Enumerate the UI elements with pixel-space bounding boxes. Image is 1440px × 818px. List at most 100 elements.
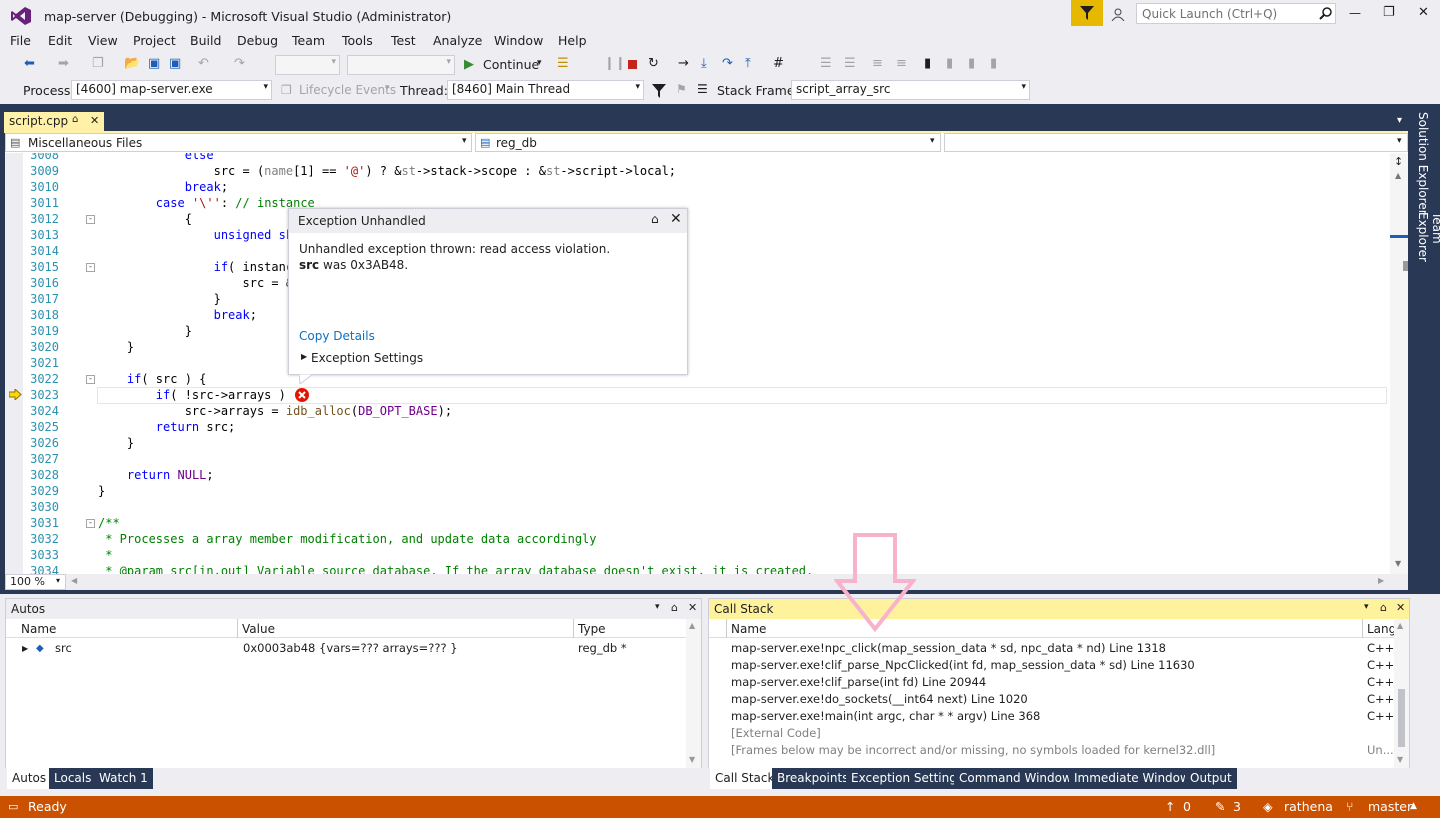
- menu-debug[interactable]: Debug: [237, 33, 278, 48]
- menu-team[interactable]: Team: [292, 33, 325, 48]
- step-over-icon[interactable]: ↷: [722, 56, 733, 71]
- call-stack-row[interactable]: map-server.exe!clif_parse(int fd) Line 2…: [709, 674, 1394, 691]
- restart-icon[interactable]: ↻: [648, 56, 659, 71]
- tab-watch-1[interactable]: Watch 1: [94, 768, 153, 789]
- save-icon[interactable]: ▣: [148, 56, 160, 71]
- call-stack-row[interactable]: map-server.exe!clif_parse_NpcClicked(int…: [709, 657, 1394, 674]
- flag-thread-icon[interactable]: ⚑: [676, 82, 687, 96]
- quick-launch-input[interactable]: Quick Launch (Ctrl+Q): [1136, 3, 1336, 24]
- branch-icon[interactable]: ⑂: [1346, 799, 1354, 814]
- scroll-thumb[interactable]: [1398, 689, 1405, 747]
- scroll-right-icon[interactable]: ▶: [1378, 576, 1384, 585]
- clear-bookmarks-icon[interactable]: ▮: [990, 56, 997, 71]
- tab-immediate-window[interactable]: Immediate Window: [1069, 768, 1195, 789]
- pin-icon[interactable]: ⌂: [1380, 601, 1387, 614]
- scroll-thumb[interactable]: [1403, 261, 1408, 271]
- prev-bookmark-icon[interactable]: ▮: [946, 56, 953, 71]
- thread-combo[interactable]: [8460] Main Thread ▾: [447, 80, 644, 100]
- vertical-scrollbar[interactable]: ▲ ▼: [1394, 619, 1409, 769]
- continue-button[interactable]: ▶ Continue ▾: [462, 55, 548, 75]
- repository-name[interactable]: rathena: [1284, 799, 1333, 814]
- redo-icon[interactable]: ↷: [234, 56, 245, 71]
- close-tab-icon[interactable]: ✕: [90, 114, 99, 127]
- stop-debugging-icon[interactable]: [628, 60, 637, 69]
- panel-menu-icon[interactable]: ▾: [1364, 602, 1369, 612]
- split-view-icon[interactable]: ↕: [1394, 155, 1403, 168]
- chevron-up-icon[interactable]: ▲: [1410, 801, 1417, 811]
- pending-changes-count[interactable]: 3: [1233, 799, 1241, 814]
- scroll-down-icon[interactable]: ▼: [1395, 559, 1401, 568]
- scroll-left-icon[interactable]: ◀: [71, 576, 77, 585]
- menu-window[interactable]: Window: [494, 33, 543, 48]
- tab-call-stack[interactable]: Call Stack: [710, 768, 780, 789]
- restore-button[interactable]: ❐: [1383, 5, 1395, 20]
- step-out-icon[interactable]: ⤒: [745, 56, 751, 71]
- tab-breakpoints[interactable]: Breakpoints: [772, 768, 854, 789]
- call-stack-row[interactable]: map-server.exe!main(int argc, char * * a…: [709, 708, 1394, 725]
- stack-frame-combo[interactable]: script_array_src ▾: [791, 80, 1030, 100]
- vertical-scrollbar[interactable]: ▲ ▼: [686, 619, 701, 769]
- scroll-up-icon[interactable]: ▲: [1397, 621, 1403, 630]
- column-name[interactable]: Name: [21, 622, 56, 636]
- vertical-scrollbar[interactable]: ↕ ▲ ▼: [1390, 153, 1408, 574]
- attach-process-icon[interactable]: ☰: [557, 56, 569, 71]
- call-stack-row[interactable]: map-server.exe!npc_click(map_session_dat…: [709, 640, 1394, 657]
- tab-locals[interactable]: Locals: [49, 768, 97, 789]
- menu-file[interactable]: File: [10, 33, 31, 48]
- toolbar-icon-2[interactable]: ☰: [844, 56, 856, 71]
- column-value[interactable]: Value: [242, 622, 275, 636]
- menu-project[interactable]: Project: [133, 33, 176, 48]
- undo-icon[interactable]: ↶: [198, 56, 209, 71]
- branch-name[interactable]: master: [1368, 799, 1412, 814]
- menu-test[interactable]: Test: [391, 33, 416, 48]
- scroll-down-icon[interactable]: ▼: [1397, 755, 1403, 764]
- zoom-combo[interactable]: 100 % ▾: [5, 574, 66, 590]
- lifecycle-events-button[interactable]: Lifecycle Events: [299, 83, 396, 97]
- filter-icon[interactable]: [652, 84, 666, 98]
- column-type[interactable]: Type: [578, 622, 606, 636]
- project-combo[interactable]: ▤ Miscellaneous Files ▾: [5, 133, 472, 152]
- close-button[interactable]: ✕: [1418, 5, 1429, 20]
- menu-edit[interactable]: Edit: [48, 33, 72, 48]
- menu-tools[interactable]: Tools: [342, 33, 373, 48]
- back-icon[interactable]: ⬅: [24, 56, 35, 71]
- team-explorer-tab[interactable]: Team Explorer: [1416, 212, 1440, 292]
- open-file-icon[interactable]: 📂: [124, 56, 140, 71]
- hex-display-icon[interactable]: #: [773, 56, 784, 71]
- call-stack-row[interactable]: map-server.exe!do_sockets(__int64 next) …: [709, 691, 1394, 708]
- new-project-icon[interactable]: ❐: [92, 56, 104, 71]
- scope-combo[interactable]: ▤ reg_db ▾: [475, 133, 941, 152]
- pin-icon[interactable]: ⌂: [651, 212, 659, 226]
- variable-value[interactable]: 0x0003ab48 {vars=??? arrays=??? }: [243, 640, 458, 657]
- tab-script-cpp[interactable]: script.cpp ⌂ ✕: [4, 112, 104, 131]
- copy-details-link[interactable]: Copy Details: [299, 329, 375, 343]
- collapse-icon[interactable]: -: [86, 263, 95, 272]
- next-bookmark-icon[interactable]: ▮: [968, 56, 975, 71]
- code-editor[interactable]: 3008 else 3009 src = (name[1] == '@') ? …: [5, 153, 1408, 574]
- menu-view[interactable]: View: [88, 33, 118, 48]
- member-combo[interactable]: ▾: [944, 133, 1408, 152]
- bookmark-icon[interactable]: ▮: [924, 56, 931, 71]
- scroll-up-icon[interactable]: ▲: [689, 621, 695, 630]
- notification-filter-button[interactable]: [1071, 0, 1103, 26]
- scroll-down-icon[interactable]: ▼: [689, 755, 695, 764]
- comment-icon[interactable]: ≡: [872, 56, 883, 71]
- collapse-icon[interactable]: -: [86, 215, 95, 224]
- solution-platform-combo[interactable]: ▾: [347, 55, 455, 75]
- minimize-button[interactable]: —: [1349, 6, 1361, 20]
- panel-menu-icon[interactable]: ▾: [655, 602, 660, 612]
- pin-icon[interactable]: ⌂: [72, 114, 78, 125]
- pin-icon[interactable]: ⌂: [671, 601, 678, 614]
- expand-triangle-icon[interactable]: ▶: [22, 640, 28, 657]
- close-icon[interactable]: ✕: [1396, 601, 1405, 614]
- unpushed-commits-icon[interactable]: ↑: [1165, 799, 1175, 814]
- collapse-icon[interactable]: -: [86, 519, 95, 528]
- repository-icon[interactable]: ◈: [1263, 799, 1273, 814]
- scroll-up-icon[interactable]: ▲: [1395, 171, 1401, 180]
- solution-explorer-tab[interactable]: Solution Explorer: [1416, 112, 1430, 215]
- forward-icon[interactable]: ➡: [58, 56, 69, 71]
- tab-exception-settings[interactable]: Exception Settings: [846, 768, 969, 789]
- column-name[interactable]: Name: [731, 622, 766, 636]
- uncomment-icon[interactable]: ≡: [896, 56, 907, 71]
- process-combo[interactable]: [4600] map-server.exe ▾: [71, 80, 272, 100]
